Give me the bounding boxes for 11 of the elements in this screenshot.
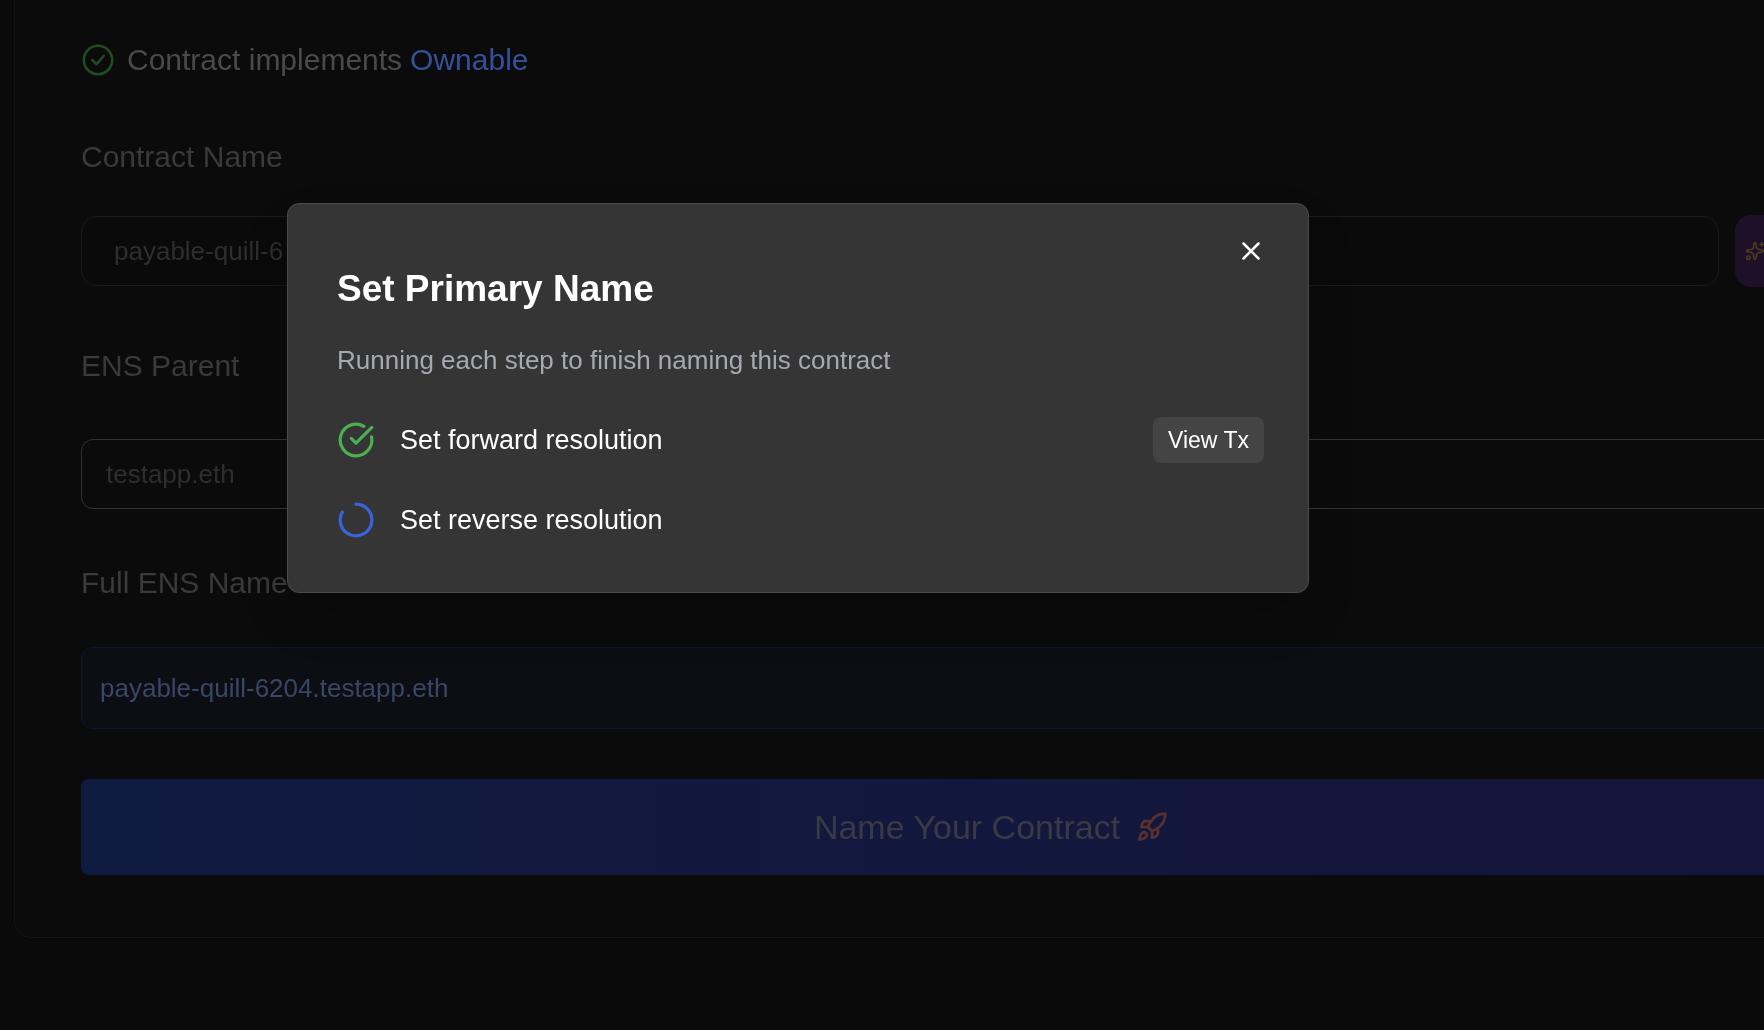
view-tx-button[interactable]: View Tx bbox=[1153, 417, 1264, 463]
ownable-link[interactable]: Ownable bbox=[410, 37, 529, 82]
sparkle-icon bbox=[1745, 241, 1764, 261]
rocket-icon bbox=[1136, 811, 1169, 843]
ownable-status-text: Contract implements bbox=[127, 42, 403, 78]
full-ens-name-field: payable-quill-6204.testapp.eth bbox=[81, 647, 1764, 729]
dialog-description: Running each step to finish naming this contract bbox=[337, 344, 892, 377]
dialog-title: Set Primary Name bbox=[337, 270, 655, 307]
step-label: Set forward resolution bbox=[400, 423, 663, 457]
check-circle-icon bbox=[81, 42, 115, 77]
step-label: Set reverse resolution bbox=[400, 503, 663, 537]
